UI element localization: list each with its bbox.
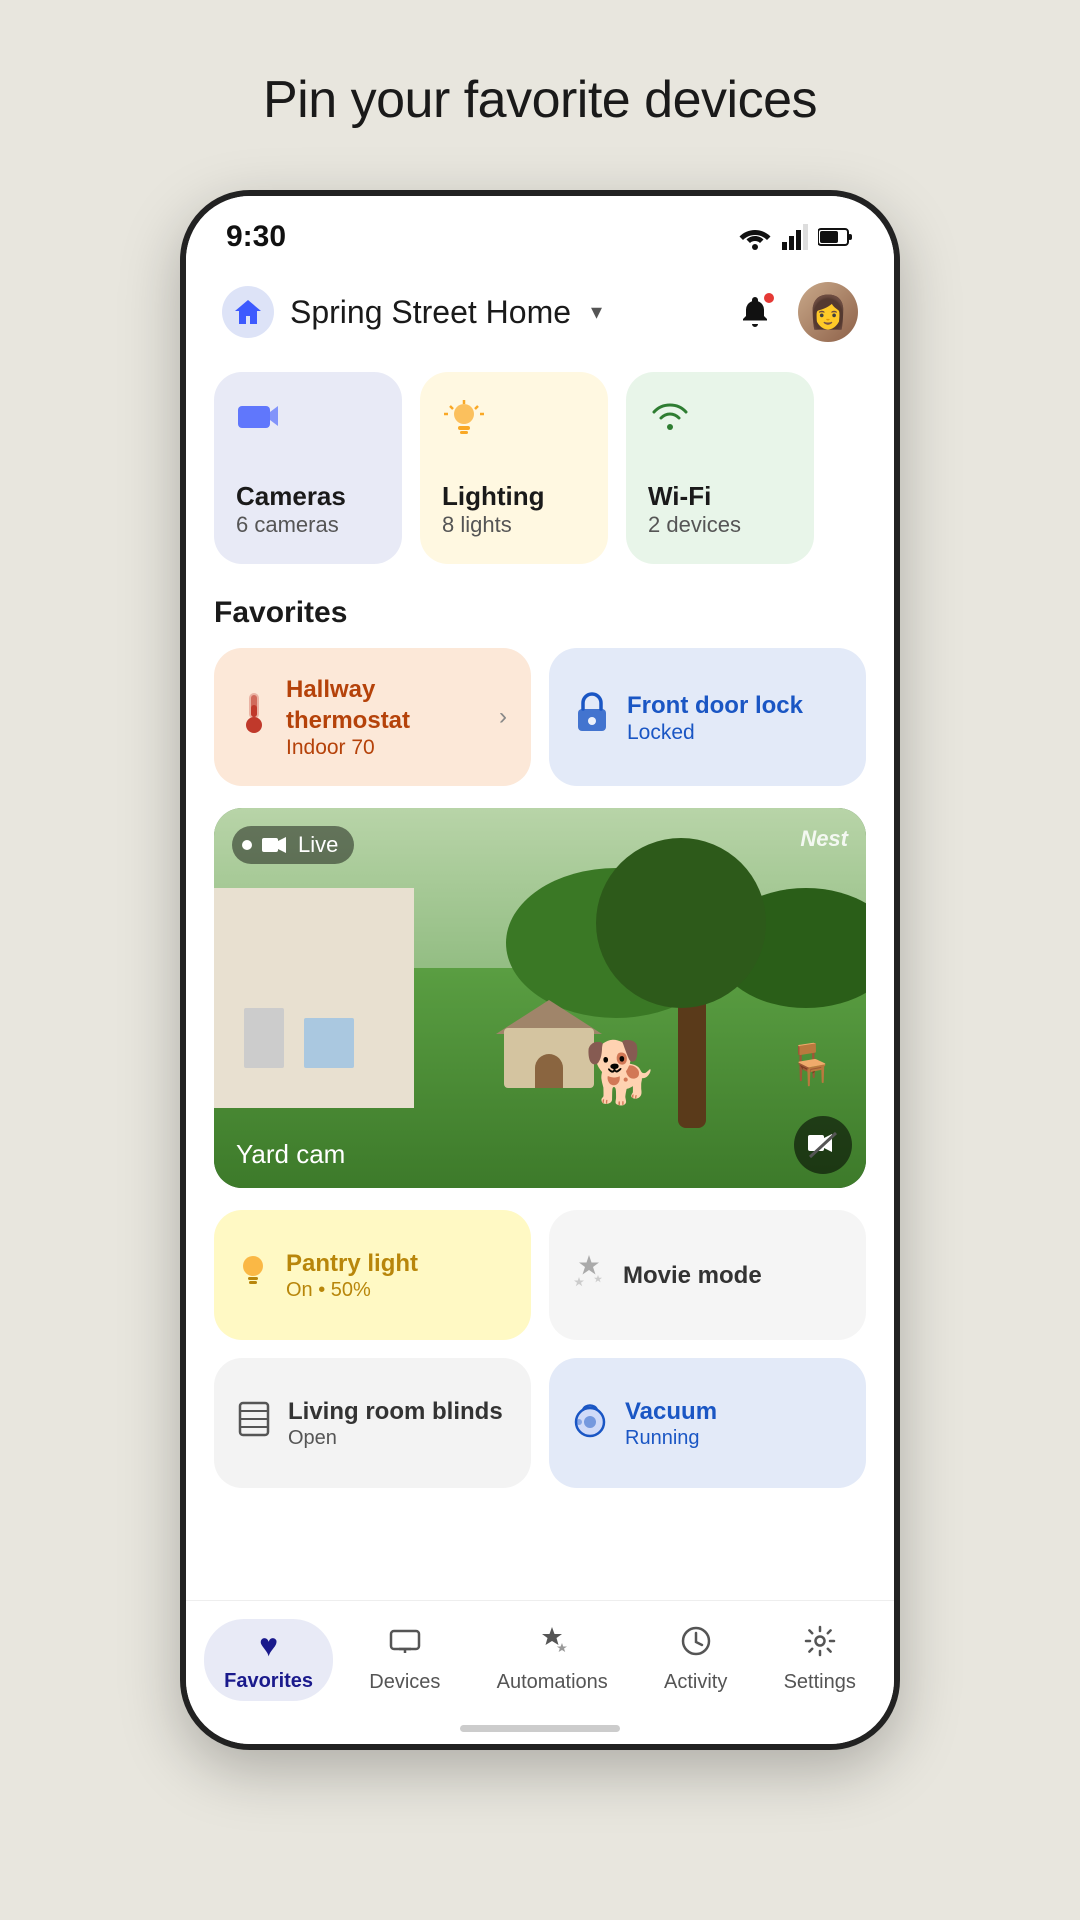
fav-card-thermostat[interactable]: Hallway thermostat Indoor 70 ›	[214, 648, 531, 786]
cameras-icon	[236, 398, 380, 444]
header: Spring Street Home ▾ 👩	[186, 266, 894, 362]
bottom-card-pantry[interactable]: Pantry light On • 50%	[214, 1210, 531, 1340]
home-icon	[233, 298, 263, 326]
thermostat-name: Hallway thermostat	[286, 674, 483, 736]
vacuum-name: Vacuum	[625, 1396, 717, 1427]
notification-dot	[762, 291, 776, 305]
favorites-row: Hallway thermostat Indoor 70 › Front doo…	[214, 648, 866, 786]
home-indicator-bar	[460, 1725, 620, 1732]
camera-feed[interactable]: 🐕 🪑 Live Nest Yard cam	[214, 808, 866, 1188]
category-card-lighting[interactable]: Lighting 8 lights	[420, 372, 608, 564]
movie-name: Movie mode	[623, 1260, 762, 1291]
avatar[interactable]: 👩	[798, 282, 858, 342]
activity-nav-icon	[680, 1625, 712, 1665]
category-card-wifi[interactable]: Wi-Fi 2 devices	[626, 372, 814, 564]
wifi-name: Wi-Fi	[648, 481, 792, 512]
scroll-area: Cameras 6 cameras	[186, 362, 894, 1600]
cameras-name: Cameras	[236, 481, 380, 512]
nav-item-devices[interactable]: Devices	[349, 1617, 460, 1702]
settings-nav-icon	[804, 1625, 836, 1665]
pantry-name: Pantry light	[286, 1248, 418, 1279]
wifi-signal-icon	[738, 224, 772, 250]
bottom-favorites-row1: Pantry light On • 50% Movie mode	[214, 1210, 866, 1340]
lock-status: Locked	[627, 721, 842, 745]
outdoor-furniture: 🪑	[786, 1041, 836, 1088]
nav-item-activity[interactable]: Activity	[644, 1617, 747, 1702]
chevron-down-icon: ▾	[591, 299, 602, 325]
phone-frame: 9:30	[180, 190, 900, 1750]
home-selector[interactable]: Spring Street Home ▾	[222, 286, 602, 338]
cell-signal-icon	[782, 224, 808, 250]
favorites-nav-icon: ♥	[259, 1627, 278, 1664]
thermostat-chevron: ›	[499, 703, 507, 731]
dog-house-body	[504, 1028, 594, 1088]
home-icon-bg	[222, 286, 274, 338]
status-bar: 9:30	[186, 196, 894, 266]
dog-house	[504, 1008, 594, 1088]
blinds-sub: Open	[288, 1427, 503, 1450]
live-dot	[242, 840, 252, 850]
page-title: Pin your favorite devices	[263, 70, 817, 130]
bottom-card-vacuum[interactable]: Vacuum Running	[549, 1358, 866, 1488]
category-row: Cameras 6 cameras	[214, 362, 866, 564]
camera-scene: 🐕 🪑	[214, 808, 866, 1188]
lock-name: Front door lock	[627, 690, 842, 721]
bottom-nav: ♥ Favorites Devices Automations	[186, 1600, 894, 1712]
lighting-sub: 8 lights	[442, 512, 586, 538]
nav-item-favorites[interactable]: ♥ Favorites	[204, 1619, 333, 1701]
nav-item-settings[interactable]: Settings	[764, 1617, 876, 1702]
pantry-light-icon	[236, 1251, 270, 1300]
no-video-icon	[808, 1131, 838, 1159]
blinds-icon	[236, 1401, 272, 1446]
favorites-nav-label: Favorites	[224, 1670, 313, 1693]
lighting-name: Lighting	[442, 481, 586, 512]
favorites-section-title: Favorites	[214, 596, 866, 630]
wifi-icon	[648, 398, 792, 444]
thermostat-status: Indoor 70	[286, 736, 483, 760]
lighting-icon	[442, 398, 586, 452]
nav-item-automations[interactable]: Automations	[477, 1617, 628, 1702]
bottom-favorites-row2: Living room blinds Open Vacuum Running	[214, 1358, 866, 1488]
wifi-sub: 2 devices	[648, 512, 792, 538]
lock-icon	[573, 691, 611, 744]
video-camera-icon	[262, 835, 288, 855]
camera-mute-button[interactable]	[794, 1116, 852, 1174]
category-card-cameras[interactable]: Cameras 6 cameras	[214, 372, 402, 564]
camera-live-badge: Live	[232, 826, 354, 864]
header-actions: 👩	[732, 282, 858, 342]
live-label: Live	[298, 832, 338, 858]
cameras-sub: 6 cameras	[236, 512, 380, 538]
blinds-name: Living room blinds	[288, 1396, 503, 1427]
status-icons	[738, 224, 854, 250]
devices-nav-label: Devices	[369, 1671, 440, 1694]
battery-icon	[818, 227, 854, 247]
status-time: 9:30	[226, 220, 286, 254]
activity-nav-label: Activity	[664, 1671, 727, 1694]
thermostat-icon	[238, 691, 270, 744]
house-wall	[214, 888, 414, 1108]
vacuum-sub: Running	[625, 1427, 717, 1450]
devices-nav-icon	[389, 1625, 421, 1665]
automations-nav-label: Automations	[497, 1671, 608, 1694]
fav-card-lock[interactable]: Front door lock Locked	[549, 648, 866, 786]
nest-badge: Nest	[800, 826, 848, 852]
bottom-card-movie[interactable]: Movie mode	[549, 1210, 866, 1340]
vacuum-icon	[571, 1400, 609, 1447]
bottom-card-blinds[interactable]: Living room blinds Open	[214, 1358, 531, 1488]
dog: 🐕	[584, 1037, 659, 1108]
tree-top	[596, 838, 766, 1008]
pantry-sub: On • 50%	[286, 1279, 418, 1302]
camera-label: Yard cam	[236, 1139, 345, 1170]
home-name: Spring Street Home	[290, 294, 571, 331]
settings-nav-label: Settings	[784, 1671, 856, 1694]
automations-nav-icon	[536, 1625, 568, 1665]
home-indicator	[186, 1712, 894, 1744]
movie-mode-icon	[571, 1253, 607, 1298]
notification-bell[interactable]	[732, 289, 778, 335]
